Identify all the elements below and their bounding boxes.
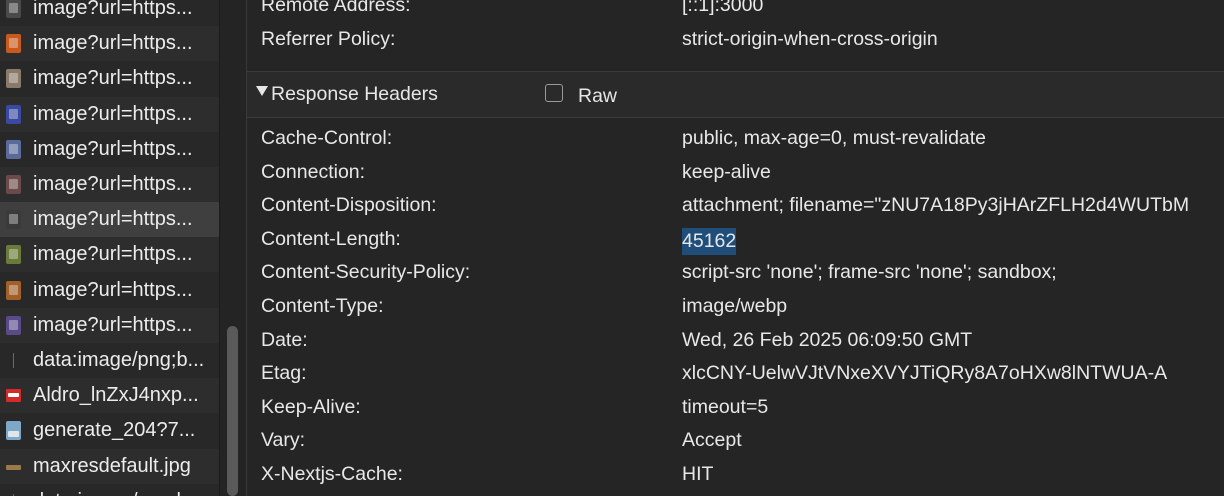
request-list-item[interactable]: image?url=https... [0, 26, 219, 62]
header-value: public, max-age=0, must-revalidate [682, 127, 987, 149]
request-name: image?url=https... [33, 32, 193, 55]
header-key: Vary: [261, 429, 306, 452]
header-key: Content-Length: [261, 227, 401, 250]
request-name: image?url=https... [33, 313, 193, 336]
response-headers-title[interactable]: Response Headers [271, 83, 438, 106]
request-list-item[interactable]: maxresdefault.jpg [0, 448, 219, 484]
request-list-item[interactable]: image?url=https... [0, 61, 219, 96]
image-thumbnail-icon [6, 315, 21, 335]
request-name: data:image/png;b... [33, 490, 211, 496]
header-value: timeout=5 [682, 395, 769, 418]
remote-address-value: [::1]:3000 [682, 0, 764, 16]
image-thumbnail-icon [6, 34, 21, 54]
request-list-item[interactable]: generate_204?7... [0, 413, 219, 448]
request-name: image?url=https... [33, 137, 193, 160]
request-name: data:image/png;b... [33, 349, 205, 371]
request-list-item[interactable]: data:image/png;b... [0, 484, 219, 496]
response-headers-section-header[interactable]: Response Headers Raw [247, 72, 1224, 117]
request-list-item[interactable]: image?url=https... [0, 273, 219, 308]
header-key: Etag: [261, 362, 307, 385]
request-list-item[interactable]: image?url=https... [0, 202, 219, 238]
headers-panel: Remote Address: [::1]:3000 Referrer Poli… [246, 0, 1224, 496]
jpg-thumbnail-icon [6, 457, 21, 476]
referrer-policy-value: strict-origin-when-cross-origin [682, 28, 938, 50]
header-value: image/webp [682, 295, 788, 317]
request-name: image?url=https... [33, 173, 193, 195]
image-thumbnail-icon [6, 280, 21, 300]
remote-address-key: Remote Address: [261, 0, 411, 16]
header-key: Content-Disposition: [261, 194, 437, 217]
request-name: image?url=https... [33, 243, 193, 266]
request-name: image?url=https... [33, 278, 193, 301]
header-key: Date: [261, 328, 308, 351]
blank-file-icon [6, 492, 21, 496]
raw-checkbox-label[interactable]: Raw [578, 85, 617, 108]
request-name: Aldro_lnZxJ4nxp... [33, 384, 199, 407]
referrer-policy-key: Referrer Policy: [261, 28, 396, 50]
request-list-item[interactable]: image?url=https... [0, 307, 219, 343]
request-list: image?url=https... image?url=https... imag… [0, 0, 219, 496]
image-thumbnail-icon [6, 175, 21, 194]
header-value: Accept [682, 429, 742, 452]
header-value: xlcCNY-UelwVJtVNxeXVYJTiQRy8A7oHXw8lNTWU… [682, 362, 1168, 385]
request-list-item[interactable]: image?url=https... [0, 132, 219, 167]
image-thumbnail-icon [6, 104, 21, 124]
disclosure-triangle-icon[interactable] [256, 86, 268, 96]
request-name: image?url=https... [33, 208, 193, 231]
header-key: Cache-Control: [261, 127, 393, 149]
image-thumbnail-icon [6, 139, 21, 159]
request-list-scrollbar-thumb[interactable] [227, 326, 238, 496]
section-divider [247, 117, 1224, 118]
marvel-logo-icon [6, 389, 21, 403]
header-key: Connection: [261, 160, 366, 183]
generic-image-icon [6, 421, 21, 441]
request-name: maxresdefault.jpg [33, 454, 191, 477]
request-name: generate_204?7... [33, 419, 196, 442]
blank-file-icon [6, 351, 21, 370]
request-list-item[interactable]: image?url=https... [0, 167, 219, 202]
raw-checkbox[interactable] [545, 84, 563, 102]
request-name: image?url=https... [33, 102, 193, 125]
header-key: Content-Type: [261, 295, 384, 317]
request-list-item[interactable]: image?url=https... [0, 0, 219, 26]
header-value: 45162 [682, 227, 737, 255]
header-value: HIT [682, 463, 714, 485]
request-list-item[interactable]: data:image/png;b... [0, 343, 219, 378]
header-key: Keep-Alive: [261, 395, 361, 418]
header-key: Content-Security-Policy: [261, 261, 471, 284]
request-list-item[interactable]: image?url=https... [0, 237, 219, 273]
image-thumbnail-icon [6, 0, 21, 18]
header-key: X-Nextjs-Cache: [261, 463, 403, 485]
image-thumbnail-icon [6, 69, 21, 89]
request-name: image?url=https... [33, 67, 193, 90]
request-list-item[interactable]: image?url=https... [0, 96, 219, 132]
request-name: image?url=https... [33, 0, 193, 19]
header-value: keep-alive [682, 160, 771, 183]
image-thumbnail-icon [6, 210, 21, 230]
header-value: Wed, 26 Feb 2025 06:09:50 GMT [682, 328, 973, 351]
request-list-item[interactable]: Aldro_lnZxJ4nxp... [0, 378, 219, 414]
header-value: attachment; filename="zNU7A18Py3jHArZFLH… [682, 194, 1190, 217]
image-thumbnail-icon [6, 245, 21, 265]
header-value: script-src 'none'; frame-src 'none'; san… [682, 261, 1057, 284]
